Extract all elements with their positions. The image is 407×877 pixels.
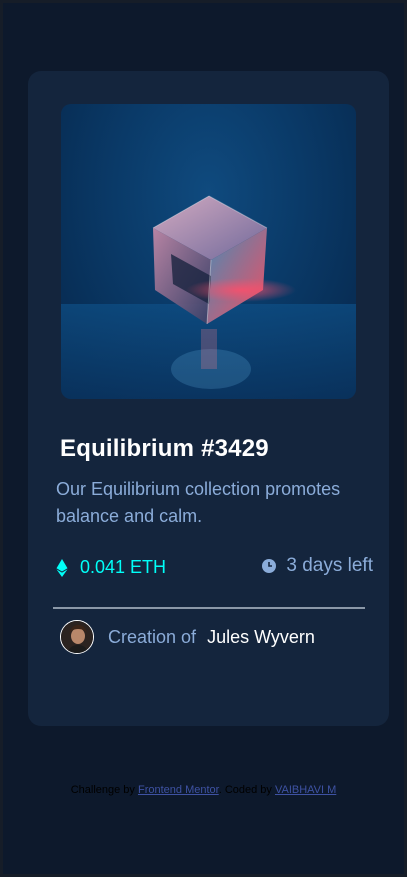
creator-name[interactable]: Jules Wyvern bbox=[207, 627, 315, 648]
price-value: 0.041 ETH bbox=[80, 557, 167, 577]
nft-image[interactable] bbox=[61, 104, 356, 399]
equilibrium-cube-image bbox=[61, 195, 356, 399]
nft-description: Our Equilibrium collection promotes bala… bbox=[56, 479, 341, 526]
price: 0.041 ETH bbox=[56, 557, 166, 578]
divider bbox=[53, 607, 365, 609]
author-link[interactable]: VAIBHAVI M bbox=[275, 784, 336, 796]
clock-icon bbox=[262, 559, 277, 573]
ethereum-icon bbox=[56, 558, 68, 577]
creator: Creation of Jules Wyvern bbox=[60, 620, 315, 654]
avatar bbox=[60, 620, 94, 654]
attribution-middle: . Coded by bbox=[218, 784, 272, 796]
nft-stats: 0.041 ETH 3 days left bbox=[56, 555, 373, 583]
nft-card: Equilibrium #3429 Our Equilibrium collec… bbox=[28, 71, 389, 726]
attribution: Challenge by Frontend Mentor. Coded by V… bbox=[3, 784, 404, 796]
attribution-prefix: Challenge by bbox=[70, 784, 135, 796]
time-left-value: 3 days left bbox=[286, 555, 373, 576]
nft-title[interactable]: Equilibrium #3429 bbox=[60, 435, 269, 463]
time-left: 3 days left bbox=[261, 555, 373, 577]
frontend-mentor-link[interactable]: Frontend Mentor bbox=[138, 784, 219, 796]
creator-prefix: Creation of bbox=[108, 626, 197, 647]
